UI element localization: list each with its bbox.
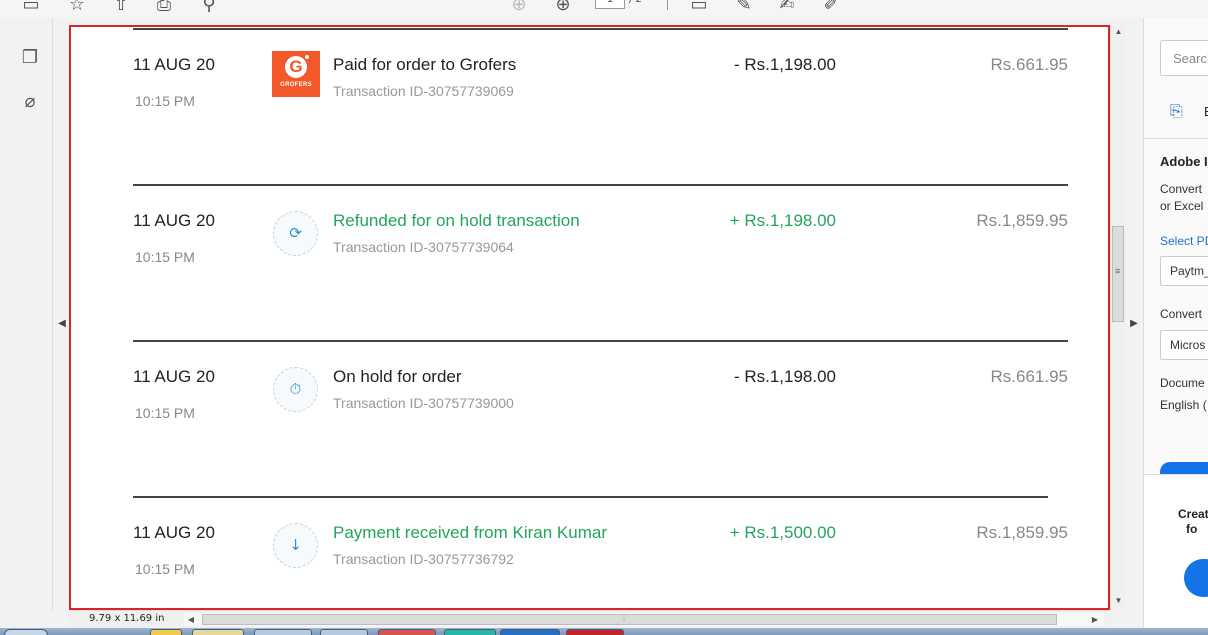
status-bar: 9.79 x 11.69 in ◀ ⦙ ▶ (69, 610, 1110, 628)
payment-received-icon: ↓ (273, 523, 318, 568)
horizontal-scroll-thumb[interactable]: ⦙ (202, 613, 1057, 625)
document-view: 11 AUG 20 10:15 PM G GROFERS Paid for or… (69, 25, 1110, 610)
page-size-readout: 9.79 x 11.69 in (89, 613, 165, 624)
taskbar-app-icon[interactable] (566, 629, 624, 635)
create-heading-line2: fo (1186, 522, 1198, 536)
left-navigation-rail: ❐ ⌀ (0, 18, 53, 610)
vertical-scroll-thumb[interactable]: ≡ (1112, 226, 1124, 322)
page-thumbnails-icon[interactable]: ❐ (18, 46, 42, 70)
transaction-row: 11 AUG 20 10:15 PM ⏱ On hold for order T… (71, 339, 1108, 421)
taskbar-app-icon[interactable] (150, 629, 182, 635)
draw-icon[interactable]: ✐ (820, 0, 842, 16)
attachments-paperclip-icon[interactable]: ⌀ (18, 90, 42, 114)
upload-cloud-icon[interactable]: ⇧ (110, 0, 132, 16)
search-icon[interactable]: ⚲ (198, 0, 220, 16)
taskbar-app-icon[interactable] (500, 629, 560, 635)
tools-search-input[interactable]: Search (1160, 40, 1208, 76)
transaction-time: 10:15 PM (135, 93, 195, 109)
closing-balance: Rs.661.95 (990, 55, 1069, 74)
transaction-row: 11 AUG 20 10:15 PM G GROFERS Paid for or… (71, 27, 1108, 109)
transaction-amount: - Rs.1,198.00 (733, 55, 836, 74)
transaction-date: 11 AUG 20 (133, 367, 215, 386)
refund-icon: ⟳ (273, 211, 318, 256)
create-heading-line1: Creat (1178, 507, 1208, 521)
closing-balance: Rs.661.95 (990, 367, 1069, 386)
create-heading: Creat fo (1178, 507, 1208, 537)
scroll-left-arrow-icon[interactable]: ◀ (184, 613, 198, 626)
transaction-id: Transaction ID-30757739069 (333, 83, 514, 99)
create-section: Creat fo (1144, 474, 1208, 628)
closing-balance: Rs.1,859.95 (976, 211, 1068, 230)
taskbar-app-icon[interactable] (320, 629, 368, 635)
selected-file-field[interactable]: Paytm_ (1160, 256, 1208, 286)
toolbar-divider (667, 0, 668, 10)
taskbar-app-icon[interactable] (192, 629, 244, 635)
page-navigation: 1 / 2 (595, 0, 655, 12)
select-pdf-link[interactable]: Select PD (1160, 234, 1208, 248)
windows-taskbar (0, 628, 1208, 635)
transaction-id: Transaction ID-30757739064 (333, 239, 514, 255)
transaction-date: 11 AUG 20 (133, 55, 215, 74)
convert-to-label: Convert (1160, 307, 1203, 321)
transaction-title: On hold for order (333, 367, 462, 386)
transaction-title: Refunded for on hold transaction (333, 211, 580, 230)
transaction-amount: + Rs.1,198.00 (729, 211, 836, 230)
export-heading: Adobe I (1160, 154, 1208, 169)
scroll-grip-icon: ≡ (1115, 266, 1121, 276)
sign-icon[interactable]: ✍ (776, 0, 798, 16)
transaction-title: Payment received from Kiran Kumar (333, 523, 607, 542)
export-description-line2: or Excel (1160, 199, 1204, 213)
bookmark-star-icon[interactable]: ☆ (66, 0, 88, 16)
create-button[interactable] (1184, 559, 1208, 597)
transaction-amount: + Rs.1,500.00 (729, 523, 836, 542)
transaction-time: 10:15 PM (135, 561, 195, 577)
page-up-icon[interactable]: ⊕ (508, 0, 530, 16)
transaction-time: 10:15 PM (135, 405, 195, 421)
transaction-time: 10:15 PM (135, 249, 195, 265)
taskbar-app-icon[interactable] (254, 629, 312, 635)
start-button[interactable] (4, 629, 48, 635)
transaction-date: 11 AUG 20 (133, 211, 215, 230)
print-icon[interactable]: ⎙ (153, 0, 175, 16)
transaction-row: 11 AUG 20 10:15 PM ↓ Payment received fr… (71, 495, 1108, 577)
collapse-left-panel-icon[interactable]: ◀ (56, 316, 68, 332)
page-total: / 2 (629, 0, 642, 6)
horizontal-scrollbar[interactable]: ◀ ⦙ ▶ (184, 613, 1104, 626)
transaction-date: 11 AUG 20 (133, 523, 215, 542)
document-language-value[interactable]: English ( (1160, 398, 1207, 412)
closing-balance: Rs.1,859.95 (976, 523, 1068, 542)
export-pdf-label[interactable]: E (1204, 104, 1208, 119)
scroll-right-arrow-icon[interactable]: ▶ (1088, 613, 1102, 626)
transaction-row: 11 AUG 20 10:15 PM ⟳ Refunded for on hol… (71, 183, 1108, 265)
export-pdf-icon[interactable]: ⎘ (1170, 100, 1192, 122)
transaction-id: Transaction ID-30757736792 (333, 551, 514, 567)
scroll-down-arrow-icon[interactable]: ▼ (1111, 594, 1126, 608)
comment-icon[interactable]: ▭ (688, 0, 710, 16)
on-hold-icon: ⏱ (273, 367, 318, 412)
grofers-logo: G GROFERS (272, 51, 320, 97)
transaction-id: Transaction ID-30757739000 (333, 395, 514, 411)
convert-format-select[interactable]: Micros (1160, 330, 1208, 360)
scroll-up-arrow-icon[interactable]: ▲ (1111, 25, 1126, 39)
export-description-line1: Convert (1160, 182, 1203, 196)
vertical-scrollbar[interactable]: ▲ ≡ ▼ (1110, 25, 1125, 610)
panel-divider (1144, 138, 1208, 139)
page-down-icon[interactable]: ⊕ (552, 0, 574, 16)
transaction-amount: - Rs.1,198.00 (733, 367, 836, 386)
save-icon[interactable]: ▭ (20, 0, 42, 16)
document-language-label: Docume (1160, 376, 1205, 390)
taskbar-app-icon[interactable] (378, 629, 436, 635)
page-number-input[interactable]: 1 (595, 0, 625, 9)
collapse-right-panel-icon[interactable]: ▶ (1128, 316, 1140, 332)
grofers-logo-text: GROFERS (280, 82, 312, 88)
right-tools-panel: Search ⎘ E Adobe I Convert or Excel Sele… (1143, 18, 1208, 628)
grofers-logo-letter: G (285, 56, 307, 78)
transaction-title: Paid for order to Grofers (333, 55, 517, 74)
scroll-grip-icon: ⦙ (623, 613, 626, 623)
grofers-logo-dot (305, 55, 309, 59)
taskbar-app-icon[interactable] (444, 629, 496, 635)
top-toolbar: ▭ ☆ ⇧ ⎙ ⚲ ⊕ ⊕ 1 / 2 ▭ ✎ ✍ ✐ (0, 0, 1208, 18)
highlight-icon[interactable]: ✎ (733, 0, 755, 16)
